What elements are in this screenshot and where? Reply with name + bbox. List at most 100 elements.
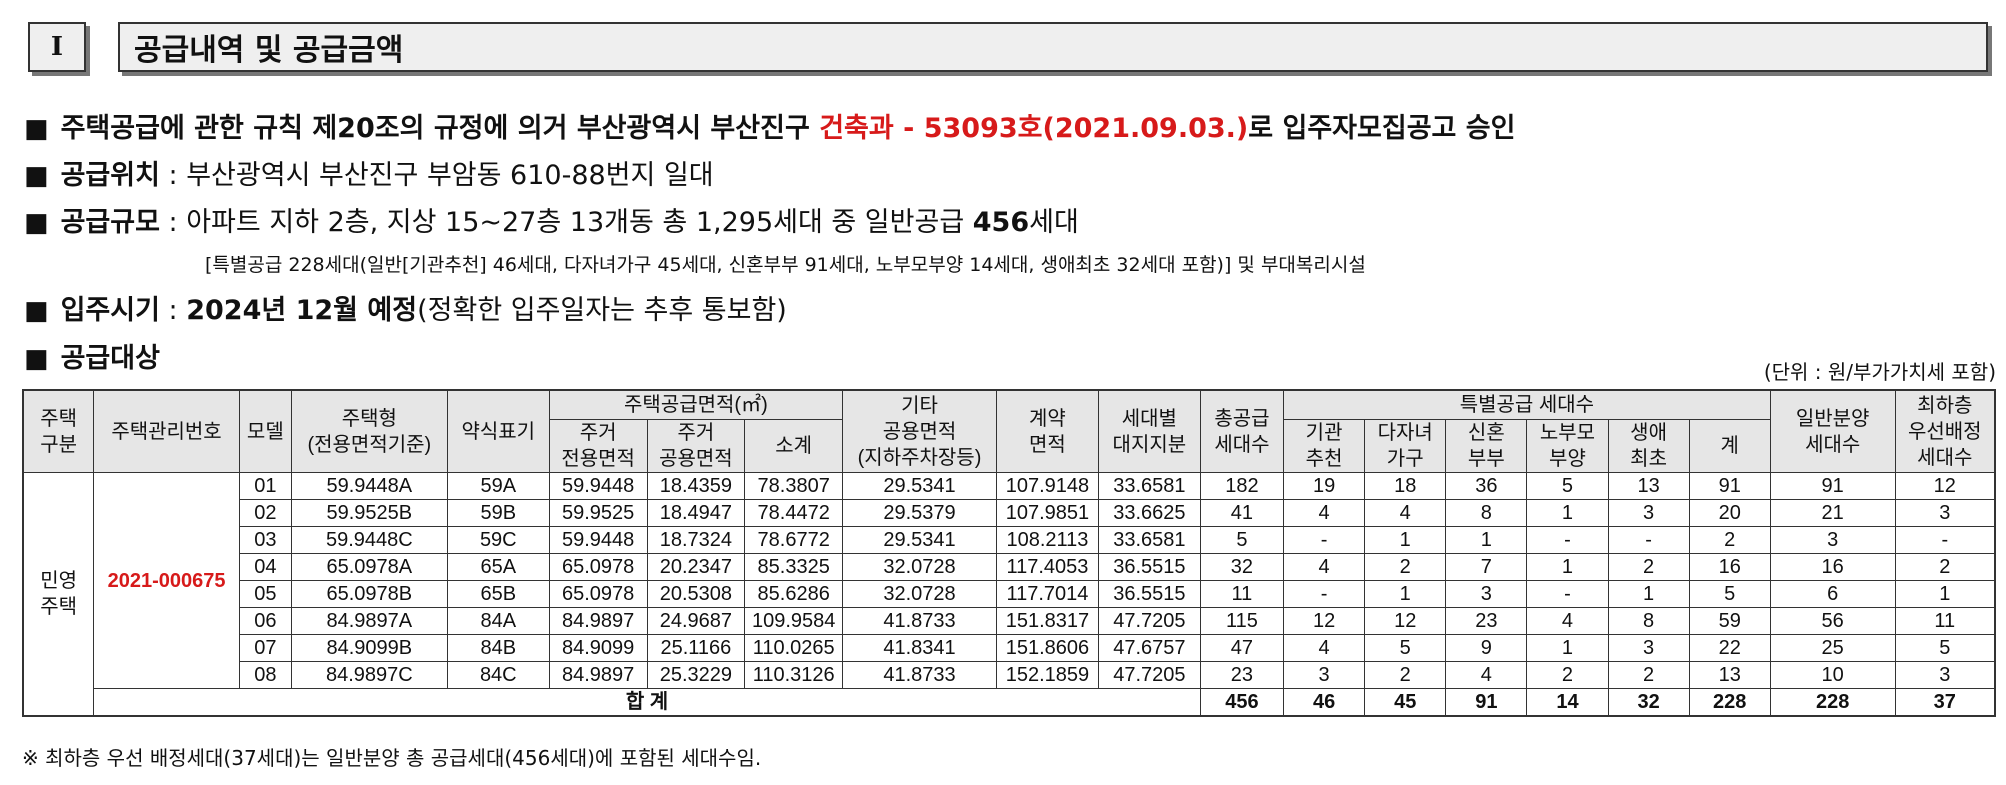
section-number: I [28,22,86,72]
table-cell: 152.1859 [995,661,1099,689]
table-cell: 1 [1364,580,1447,608]
col-contract: 계약 면적 [995,389,1099,473]
table-cell: 3 [1894,499,1996,527]
col-inst: 기관 추천 [1283,419,1366,473]
supply-table: 주택 구분 주택관리번호 모델 주택형 (전용면적기준) 약식표기 주택공급면적… [22,389,1996,717]
table-cell: 59.9448A [290,472,448,500]
table-cell: 36.5515 [1097,580,1201,608]
table-cell: 5 [1364,634,1447,662]
table-cell: 65.0978 [548,580,648,608]
table-cell: 19 [1283,472,1366,500]
table-cell: 18 [1364,472,1447,500]
table-cell: 84.9099B [290,634,448,662]
table-cell: 2 [1894,553,1996,581]
bullet-square-icon: ■ [24,344,49,374]
table-cell: 84.9897C [290,661,448,689]
bullet-square-icon: ■ [24,114,49,144]
table-cell: 32.0728 [842,580,997,608]
table-cell: 05 [238,580,292,608]
table-cell: 65.0978 [548,553,648,581]
table-cell: - [1894,526,1996,554]
total-row: 합 계 456 46 45 91 14 32 228 228 37 [23,688,1996,717]
table-cell: 24.9687 [646,607,746,635]
table-cell: 4 [1526,607,1609,635]
table-cell: 33.6581 [1097,472,1201,500]
bullet-square-icon: ■ [24,161,49,191]
table-cell: 59.9448 [548,472,648,500]
table-cell: 01 [238,472,292,500]
table-cell: 25 [1769,634,1896,662]
table-cell: 47.7205 [1097,661,1201,689]
col-special-group: 특별공급 세대수 [1283,389,1771,420]
table-cell: 110.0265 [744,634,844,662]
table-cell: 7 [1445,553,1528,581]
table-cell: 84B [446,634,550,662]
table-cell: 59 [1688,607,1771,635]
table-cell: 65.0978A [290,553,448,581]
table-cell: 108.2113 [995,526,1099,554]
table-cell: 91 [1688,472,1771,500]
house-type-cell: 민영 주택 [22,472,95,717]
table-row: 06 84.9897A 84A 84.9897 24.9687 109.9584 41.87… [23,607,1996,635]
table-cell: 78.6772 [744,526,844,554]
table-cell: 117.4053 [995,553,1099,581]
table-cell: 1 [1607,580,1690,608]
table-cell: - [1283,580,1366,608]
table-cell: 5 [1894,634,1996,662]
table-cell: 2 [1364,553,1447,581]
table-cell: 3 [1445,580,1528,608]
table-cell: 59.9525B [290,499,448,527]
table-cell: 59C [446,526,550,554]
table-cell: 29.5379 [842,499,997,527]
table-cell: 115 [1199,607,1285,635]
table-cell: 36 [1445,472,1528,500]
table-cell: 11 [1199,580,1285,608]
table-cell: 107.9851 [995,499,1099,527]
table-cell: 107.9148 [995,472,1099,500]
table-cell: 18.4947 [646,499,746,527]
col-total: 총공급 세대수 [1199,389,1285,473]
table-cell: 07 [238,634,292,662]
table-cell: 23 [1199,661,1285,689]
table-cell: 08 [238,661,292,689]
scale-sub-note: [특별공급 228세대(일반[기관추천] 46세대, 다자녀가구 45세대, 신… [205,254,1366,276]
table-cell: 109.9584 [744,607,844,635]
table-cell: 4 [1364,499,1447,527]
table-cell: 41.8733 [842,607,997,635]
col-elder: 노부모 부양 [1526,419,1609,473]
table-cell: 13 [1607,472,1690,500]
table-cell: 2 [1688,526,1771,554]
table-cell: 9 [1445,634,1528,662]
table-cell: 2 [1526,661,1609,689]
col-model: 모델 [238,389,292,473]
col-type: 주택형 (전용면적기준) [290,389,448,473]
move-in-line: ■ 입주시기 : 2024년 12월 예정(정확한 입주일자는 추후 통보함) [24,295,787,326]
table-cell: 151.8606 [995,634,1099,662]
col-land: 세대별 대지지분 [1097,389,1201,473]
table-cell: 3 [1607,499,1690,527]
table-cell: 03 [238,526,292,554]
table-cell: 151.8317 [995,607,1099,635]
table-cell: 182 [1199,472,1285,500]
table-cell: 78.3807 [744,472,844,500]
col-multi: 다자녀 가구 [1364,419,1447,473]
col-subtotal: 소계 [744,419,844,473]
table-cell: 12 [1894,472,1996,500]
table-cell: 1 [1526,499,1609,527]
table-cell: 29.5341 [842,526,997,554]
table-cell: 110.3126 [744,661,844,689]
table-cell: 47.6757 [1097,634,1201,662]
table-cell: - [1526,526,1609,554]
table-cell: 23 [1445,607,1528,635]
table-cell: 13 [1688,661,1771,689]
table-cell: 20.5308 [646,580,746,608]
table-cell: 20 [1688,499,1771,527]
table-row: 07 84.9099B 84B 84.9099 25.1166 110.0265 41.83… [23,634,1996,662]
table-cell: 18.7324 [646,526,746,554]
table-cell: 12 [1283,607,1366,635]
table-cell: 4 [1283,553,1366,581]
table-cell: 21 [1769,499,1896,527]
table-cell: 25.3229 [646,661,746,689]
table-cell: - [1283,526,1366,554]
table-cell: 5 [1688,580,1771,608]
